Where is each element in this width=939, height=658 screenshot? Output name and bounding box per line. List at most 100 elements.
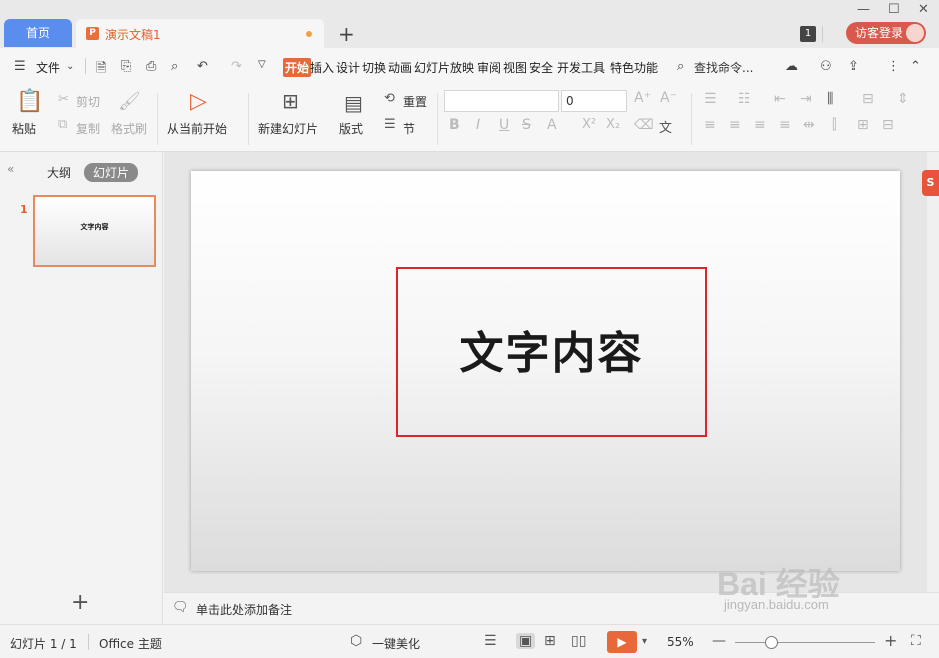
text-direction-icon[interactable]: ⫼: [827, 91, 833, 107]
format-painter-button[interactable]: 格式刷: [111, 120, 147, 137]
wps-assistant-icon[interactable]: S: [922, 170, 939, 196]
beautify-button[interactable]: 一键美化: [372, 635, 420, 652]
fit-window-icon[interactable]: ⛶: [911, 633, 921, 649]
align-right-icon[interactable]: ≡: [754, 117, 766, 133]
share-icon[interactable]: ⇪: [848, 59, 859, 74]
menu-features[interactable]: 特色功能: [610, 59, 658, 76]
share-user-icon[interactable]: ⚇: [820, 59, 832, 74]
decrease-font-icon[interactable]: A⁻: [660, 90, 677, 106]
window-count-badge[interactable]: 1: [800, 26, 816, 42]
cut-button[interactable]: 剪切: [76, 93, 100, 110]
cloud-icon[interactable]: ☁: [785, 59, 798, 74]
play-slideshow-button[interactable]: ▶: [607, 631, 637, 653]
close-window-icon[interactable]: ✕: [918, 2, 929, 17]
new-slide-button[interactable]: 新建幻灯片: [258, 120, 318, 137]
menu-review[interactable]: 审阅: [477, 59, 501, 76]
tab-slides[interactable]: 幻灯片: [84, 163, 139, 182]
zoom-in-icon[interactable]: +: [884, 631, 897, 650]
paragraph-spacing-icon[interactable]: ⇕: [897, 91, 909, 107]
search-icon[interactable]: ⌕: [677, 59, 684, 74]
increase-font-icon[interactable]: A⁺: [634, 90, 651, 106]
menu-slideshow[interactable]: 幻灯片放映: [414, 59, 474, 76]
distribute-icon[interactable]: ⇹: [803, 117, 815, 133]
decrease-indent-icon[interactable]: ⇤: [774, 91, 786, 107]
collapse-pane-icon[interactable]: «: [7, 162, 14, 176]
justify-icon[interactable]: ≡: [779, 117, 791, 133]
login-button[interactable]: 访客登录: [846, 22, 926, 44]
paste-button[interactable]: 粘贴: [12, 120, 36, 137]
minimize-icon[interactable]: —: [857, 2, 870, 17]
line-spacing-icon[interactable]: ⊟: [862, 91, 874, 107]
zoom-slider-track[interactable]: [735, 642, 875, 643]
align-center-icon[interactable]: ≡: [729, 117, 741, 133]
slide-sorter-icon[interactable]: ⊞: [544, 633, 556, 649]
italic-icon[interactable]: I: [476, 117, 480, 133]
menu-file[interactable]: 文件: [36, 59, 60, 76]
undo-icon[interactable]: ↶: [197, 59, 208, 74]
slide-thumbnail[interactable]: 文字内容: [33, 195, 156, 267]
text-box-options-icon[interactable]: ⊟: [882, 117, 894, 133]
add-slide-icon[interactable]: +: [71, 590, 89, 615]
save-icon[interactable]: 🗎: [96, 59, 106, 81]
collapse-ribbon-icon[interactable]: ⌃: [910, 59, 921, 74]
hamburger-menu-icon[interactable]: ☰: [14, 59, 26, 74]
bold-icon[interactable]: B: [449, 117, 460, 133]
menu-home[interactable]: 开始: [283, 58, 312, 77]
menu-transition[interactable]: 切换: [362, 59, 386, 76]
underline-icon[interactable]: U: [499, 117, 509, 133]
menu-insert[interactable]: 插入: [310, 59, 334, 76]
vertical-align-icon[interactable]: ⊞: [857, 117, 869, 133]
vertical-scrollbar[interactable]: [927, 152, 939, 592]
more-icon[interactable]: ⋮: [887, 59, 900, 74]
redo-icon[interactable]: ↷: [231, 59, 242, 74]
layout-button[interactable]: 版式: [339, 120, 363, 137]
eraser-icon[interactable]: ⌫: [634, 117, 654, 133]
notes-area[interactable]: 🗨 单击此处添加备注 Bai 经验 jingyan.baidu.com: [164, 566, 939, 624]
section-button[interactable]: 节: [403, 120, 415, 137]
normal-view-icon[interactable]: ▣: [516, 633, 536, 649]
bullet-list-icon[interactable]: ☰: [704, 91, 717, 107]
tab-outline[interactable]: 大纲: [47, 164, 71, 181]
paste-icon[interactable]: 📋: [16, 89, 43, 114]
tab-document[interactable]: P 演示文稿1: [76, 19, 324, 48]
command-search[interactable]: 查找命令...: [694, 59, 753, 76]
menu-view[interactable]: 视图: [503, 59, 527, 76]
play-from-current-button[interactable]: 从当前开始: [167, 120, 227, 137]
superscript-icon[interactable]: X²: [582, 117, 596, 132]
slide-text[interactable]: 文字内容: [398, 317, 705, 381]
zoom-slider-handle[interactable]: [765, 636, 778, 649]
new-tab-plus-icon[interactable]: +: [338, 22, 355, 46]
menu-animation[interactable]: 动画: [388, 59, 412, 76]
notes-placeholder[interactable]: 单击此处添加备注: [196, 601, 292, 618]
font-color-icon[interactable]: A: [547, 117, 557, 133]
notes-toggle-icon[interactable]: ☰: [484, 633, 497, 649]
maximize-icon[interactable]: ☐: [888, 2, 900, 17]
menu-developer[interactable]: 开发工具: [557, 59, 605, 76]
zoom-level[interactable]: 55%: [667, 635, 694, 649]
menu-security[interactable]: 安全: [529, 59, 553, 76]
font-size-select[interactable]: 0: [561, 90, 627, 112]
slide-canvas[interactable]: 文字内容: [191, 171, 900, 571]
menu-design[interactable]: 设计: [336, 59, 360, 76]
print-preview-icon[interactable]: ⌕: [171, 59, 178, 74]
increase-indent-icon[interactable]: ⇥: [800, 91, 812, 107]
numbered-list-icon[interactable]: ☷: [738, 91, 751, 107]
play-options-chevron-icon[interactable]: ▾: [642, 636, 647, 647]
export-icon[interactable]: ⎘: [121, 59, 131, 74]
subscript-icon[interactable]: X₂: [606, 117, 620, 132]
align-left-icon[interactable]: ≡: [704, 117, 716, 133]
selected-text-box[interactable]: 文字内容: [396, 267, 707, 437]
reset-button[interactable]: 重置: [403, 93, 427, 110]
phonetic-guide-icon[interactable]: 文: [659, 117, 672, 136]
strikethrough-icon[interactable]: S: [522, 117, 531, 133]
print-icon[interactable]: ⎙: [146, 59, 156, 74]
reading-view-icon[interactable]: ▯▯: [571, 633, 586, 649]
font-family-select[interactable]: [444, 90, 559, 112]
tab-home[interactable]: 首页: [4, 19, 72, 47]
theme-name[interactable]: Office 主题: [99, 635, 162, 652]
copy-button[interactable]: 复制: [76, 120, 100, 137]
chevron-down-icon[interactable]: ⌄: [66, 61, 74, 72]
columns-icon[interactable]: ⫿: [832, 117, 836, 133]
zoom-out-icon[interactable]: —: [712, 633, 726, 649]
customize-dropdown-icon[interactable]: ▽: [258, 59, 266, 70]
